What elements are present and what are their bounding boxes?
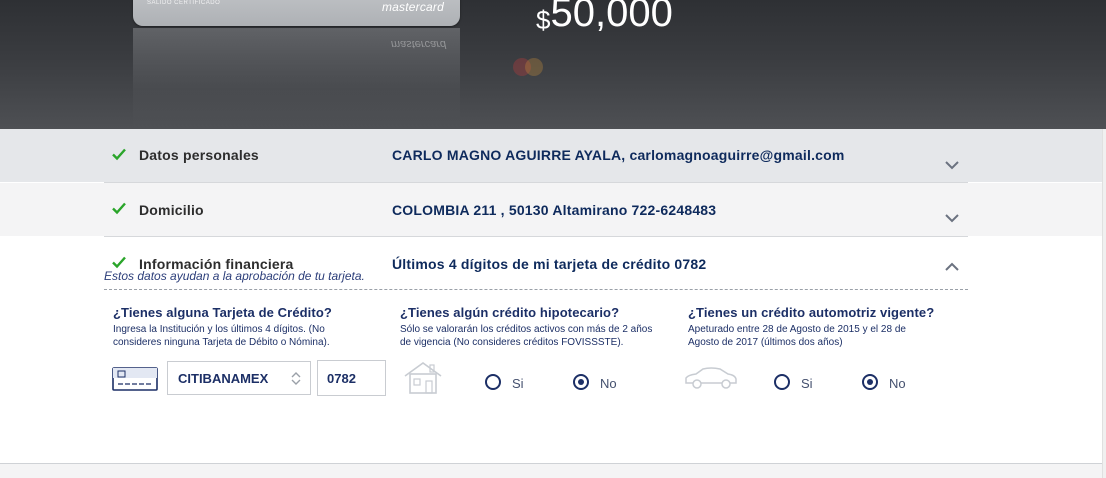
house-icon — [404, 362, 442, 394]
question-auto-title: ¿Tienes un crédito automotriz vigente? — [688, 305, 935, 320]
chevron-down-icon[interactable] — [944, 213, 960, 223]
auto-no-radio[interactable] — [862, 374, 878, 390]
question-auto-help-2: Agosto de 2017 (últimos dos años) — [688, 337, 843, 348]
auto-yes-label[interactable]: Si — [801, 376, 813, 391]
credit-card-image: SALIDO CERTIFICADO mastercard — [133, 0, 460, 26]
next-section-edge — [0, 464, 1106, 478]
question-auto-help-1: Apeturado entre 28 de Agosto de 2015 y e… — [688, 324, 906, 335]
mortgage-no-radio[interactable] — [573, 374, 589, 390]
chevron-up-icon[interactable] — [944, 262, 960, 272]
select-arrows-icon — [291, 372, 301, 385]
question-credit-card-help-1: Ingresa la Institución y los últimos 4 d… — [113, 324, 325, 335]
scrollbar-track[interactable] — [1102, 129, 1106, 478]
institution-select[interactable]: CITIBANAMEX — [167, 361, 311, 395]
section-datos-personales[interactable]: Datos personales CARLO MAGNO AGUIRRE AYA… — [0, 129, 1106, 182]
car-icon — [685, 367, 737, 389]
card-embossed-text: SALIDO CERTIFICADO — [147, 0, 221, 6]
card-brand-label: mastercard — [381, 0, 444, 14]
section-note: Estos datos ayudan a la aprobación de tu… — [104, 269, 365, 283]
section-summary: Últimos 4 dígitos de mi tarjeta de crédi… — [392, 256, 707, 272]
card-last4-value: 0782 — [327, 371, 356, 386]
section-title: Domicilio — [139, 202, 204, 218]
mortgage-no-label[interactable]: No — [600, 376, 617, 391]
mortgage-yes-radio[interactable] — [485, 374, 501, 390]
credit-amount: $50,000 — [536, 0, 673, 35]
auto-no-label[interactable]: No — [889, 376, 906, 391]
chevron-down-icon[interactable] — [944, 160, 960, 170]
check-icon — [112, 148, 126, 161]
section-domicilio[interactable]: Domicilio COLOMBIA 211 , 50130 Altamiran… — [0, 183, 1106, 236]
hero-banner: SALIDO CERTIFICADO mastercard mastercard… — [0, 0, 1106, 129]
auto-yes-radio[interactable] — [774, 374, 790, 390]
check-icon — [112, 202, 126, 215]
card-last4-input[interactable]: 0782 — [317, 360, 386, 396]
mortgage-yes-label[interactable]: Si — [512, 376, 524, 391]
dashed-divider — [104, 289, 968, 290]
section-title: Datos personales — [139, 147, 259, 163]
mastercard-logo-orange — [525, 58, 543, 76]
card-reflection: mastercard — [133, 28, 543, 129]
question-mortgage-help-1: Sólo se valorarán los créditos activos c… — [400, 324, 653, 335]
credit-card-icon — [112, 367, 158, 391]
card-reflection-brand: mastercard — [390, 38, 446, 50]
question-credit-card-title: ¿Tienes alguna Tarjeta de Crédito? — [113, 305, 332, 320]
section-summary: COLOMBIA 211 , 50130 Altamirano 722-6248… — [392, 202, 717, 218]
check-icon — [112, 256, 126, 269]
question-mortgage-help-2: de vigencia (No consideres créditos FOVI… — [400, 337, 624, 348]
question-mortgage-title: ¿Tienes algún crédito hipotecario? — [400, 305, 620, 320]
institution-select-value: CITIBANAMEX — [178, 371, 269, 386]
question-credit-card-help-2: consideres ninguna Tarjeta de Débito o N… — [113, 337, 330, 348]
section-summary: CARLO MAGNO AGUIRRE AYALA, carlomagnoagu… — [392, 147, 845, 163]
